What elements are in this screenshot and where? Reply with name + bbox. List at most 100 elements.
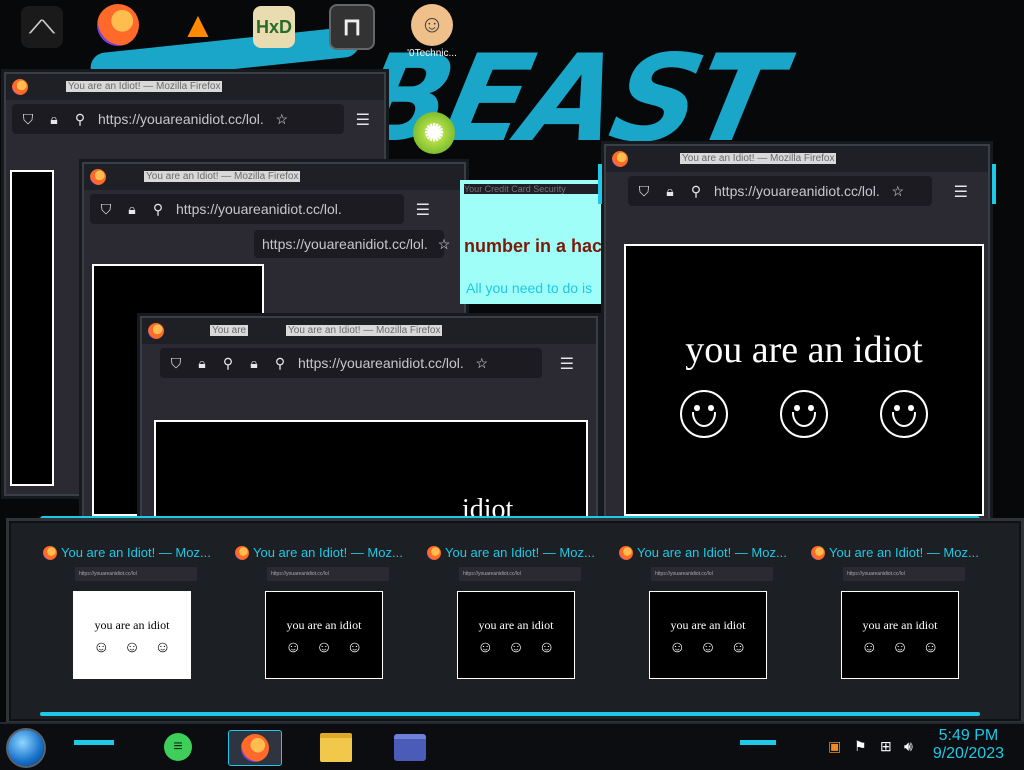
preview-text: you are an idiot [670, 618, 746, 632]
smiley-face-icon [880, 390, 928, 438]
technician-shortcut[interactable]: ☺ '0Technic... [404, 4, 460, 64]
lock-icon: 🔒︎ [198, 354, 206, 371]
hamburger-menu-icon[interactable]: ☰ [356, 110, 370, 130]
firefox-window-3[interactable]: You are You are an Idiot! — Mozilla Fire… [140, 316, 598, 530]
idiot-message: you are an idiot [685, 329, 923, 371]
volume-icon[interactable]: 🔊︎ [904, 738, 913, 755]
network-icon[interactable]: ⊞ [880, 738, 892, 755]
preview-title: You are an Idiot! — Moz... [427, 545, 595, 560]
taskbar-firefox[interactable] [228, 730, 282, 766]
url-bar-ghost[interactable]: https://youareanidiot.cc/lol. ☆ ☰ [254, 230, 473, 258]
ad-body: All you need to do is [466, 280, 593, 296]
firefox-icon [811, 545, 825, 560]
bookmark-star-icon[interactable]: ☆ [890, 183, 906, 200]
lime-icon: ✺ [413, 112, 455, 154]
page-content: you are an idiot [624, 244, 984, 516]
vlc-shortcut-icon: ▲ [180, 4, 216, 45]
action-center-flag-icon[interactable]: ⚑ [854, 738, 867, 755]
preview-text: you are an idiot [286, 618, 362, 632]
vlc-shortcut[interactable]: ▲ [170, 4, 226, 64]
url-text[interactable]: https://youareanidiot.cc/lol. [98, 111, 264, 127]
taskbar-clock[interactable]: 5:49 PM 9/20/2023 [933, 727, 1004, 763]
app-shortcut[interactable]: ⟋⟍ [14, 6, 70, 66]
firefox-window-4[interactable]: You are an Idiot! — Mozilla Firefox ⛉ 🔒︎… [598, 144, 996, 520]
taskbar-preview-panel: You are an Idiot! — Moz... https://youar… [6, 518, 1024, 724]
url-text[interactable]: https://youareanidiot.cc/lol. [714, 183, 880, 199]
taskbar-accent [74, 740, 114, 745]
permissions-icon: ⚲ [222, 354, 234, 371]
tray-app-icon[interactable]: ▣ [828, 738, 841, 755]
lock-icon: 🔒︎ [50, 110, 58, 127]
firefox-shortcut[interactable] [90, 4, 146, 64]
smiley-row: ☺ ☺ ☺ [842, 639, 958, 657]
window-titlebar[interactable]: You are You are an Idiot! — Mozilla Fire… [142, 318, 596, 344]
smiley-row: ☺ ☺ ☺ [458, 639, 574, 657]
bookmark-star-icon[interactable]: ☆ [274, 111, 290, 128]
start-button[interactable] [8, 730, 44, 766]
window-titlebar[interactable]: You are an Idiot! — Mozilla Firefox [84, 164, 464, 190]
window-preview-3[interactable]: You are an Idiot! — Moz... https://youar… [423, 539, 603, 689]
permissions-icon: ⚲ [690, 182, 702, 199]
firefox-icon [619, 545, 633, 560]
smiley-face-icon: ☺ [669, 639, 686, 656]
shield-icon: ⛉ [22, 110, 34, 127]
note-icon: ≡ [164, 733, 192, 761]
window-preview-5[interactable]: You are an Idiot! — Moz... https://youar… [807, 539, 987, 689]
window-preview-4[interactable]: You are an Idiot! — Moz... https://youar… [615, 539, 795, 689]
window-titlebar[interactable]: You are an Idiot! — Mozilla Firefox [606, 146, 988, 172]
firefox-icon [427, 545, 441, 560]
url-bar[interactable]: ⛉ 🔒︎ ⚲ 🔒︎ ⚲ https://youareanidiot.cc/lol… [160, 348, 542, 378]
preview-urlbar: https://youareanidiot.cc/lol [651, 567, 773, 581]
url-bar[interactable]: ⛉ 🔒︎ ⚲ https://youareanidiot.cc/lol. ☆ [628, 176, 932, 206]
smiley-row: ☺ ☺ ☺ [266, 639, 382, 657]
preview-page: you are an idiot ☺ ☺ ☺ [265, 591, 383, 679]
hamburger-menu-icon[interactable]: ☰ [416, 200, 430, 220]
smiley-face-icon: ☺ [538, 639, 555, 656]
bookmark-star-icon[interactable]: ☆ [474, 355, 490, 372]
hamburger-menu-icon[interactable]: ☰ [560, 354, 574, 374]
window-frame-accent [598, 164, 602, 204]
url-bar[interactable]: ⛉ 🔒︎ ⚲ https://youareanidiot.cc/lol. ☆ [12, 104, 344, 134]
preview-title: You are an Idiot! — Moz... [235, 545, 403, 560]
window-title: You are an Idiot! — Mozilla Firefox [680, 153, 837, 164]
permissions-icon: ⚲ [74, 110, 86, 127]
folder-icon [320, 732, 352, 762]
page-content [154, 420, 588, 520]
clock-time: 5:49 PM [938, 727, 999, 744]
smiley-face-icon: ☺ [285, 639, 302, 656]
taskbar-notes-app[interactable]: ≡ [152, 730, 204, 764]
shield-icon: ⛉ [170, 354, 182, 371]
taskbar-card-app[interactable] [384, 730, 436, 764]
preview-text: you are an idiot [478, 618, 554, 632]
window-preview-1[interactable]: You are an Idiot! — Moz... https://youar… [39, 539, 219, 689]
smiley-face-icon: ☺ [315, 639, 333, 656]
smiley-face-icon: ☺ [699, 639, 717, 656]
smiley-face-icon: ☺ [93, 639, 110, 656]
smiley-face-icon: ☺ [861, 639, 878, 656]
url-text[interactable]: https://youareanidiot.cc/lol. [298, 355, 464, 371]
smiley-face-icon: ☺ [922, 639, 939, 656]
ad-headline: number in a hac [464, 236, 603, 256]
smiley-face-icon [680, 390, 728, 438]
firefox-icon [235, 545, 249, 560]
url-text[interactable]: https://youareanidiot.cc/lol. [176, 201, 342, 217]
bookmark-star-icon[interactable]: ☆ [438, 236, 451, 253]
window-titlebar[interactable]: You are an Idiot! — Mozilla Firefox [6, 74, 384, 100]
firefox-icon [43, 545, 57, 560]
firefox-icon [90, 169, 106, 185]
preview-urlbar: https://youareanidiot.cc/lol [267, 567, 389, 581]
taskbar-file-explorer[interactable] [310, 730, 362, 764]
smiley-face-icon: ☺ [730, 639, 747, 656]
window-preview-2[interactable]: You are an Idiot! — Moz... https://youar… [231, 539, 411, 689]
firefox-icon [12, 79, 28, 95]
url-bar[interactable]: ⛉ 🔒︎ ⚲ https://youareanidiot.cc/lol. [90, 194, 404, 224]
smiley-face-icon: ☺ [477, 639, 494, 656]
hxd-shortcut[interactable]: HxD [246, 6, 302, 66]
smiley-row [626, 390, 982, 438]
hamburger-menu-icon[interactable]: ☰ [954, 182, 968, 202]
permissions-icon: ⚲ [152, 200, 164, 217]
map-shortcut[interactable]: ⊓ [324, 4, 380, 64]
clock-date: 9/20/2023 [932, 745, 1004, 762]
ad-title: Your Credit Card Security [464, 184, 604, 194]
ad-popup[interactable]: Your Credit Card Security number in a ha… [460, 180, 608, 304]
